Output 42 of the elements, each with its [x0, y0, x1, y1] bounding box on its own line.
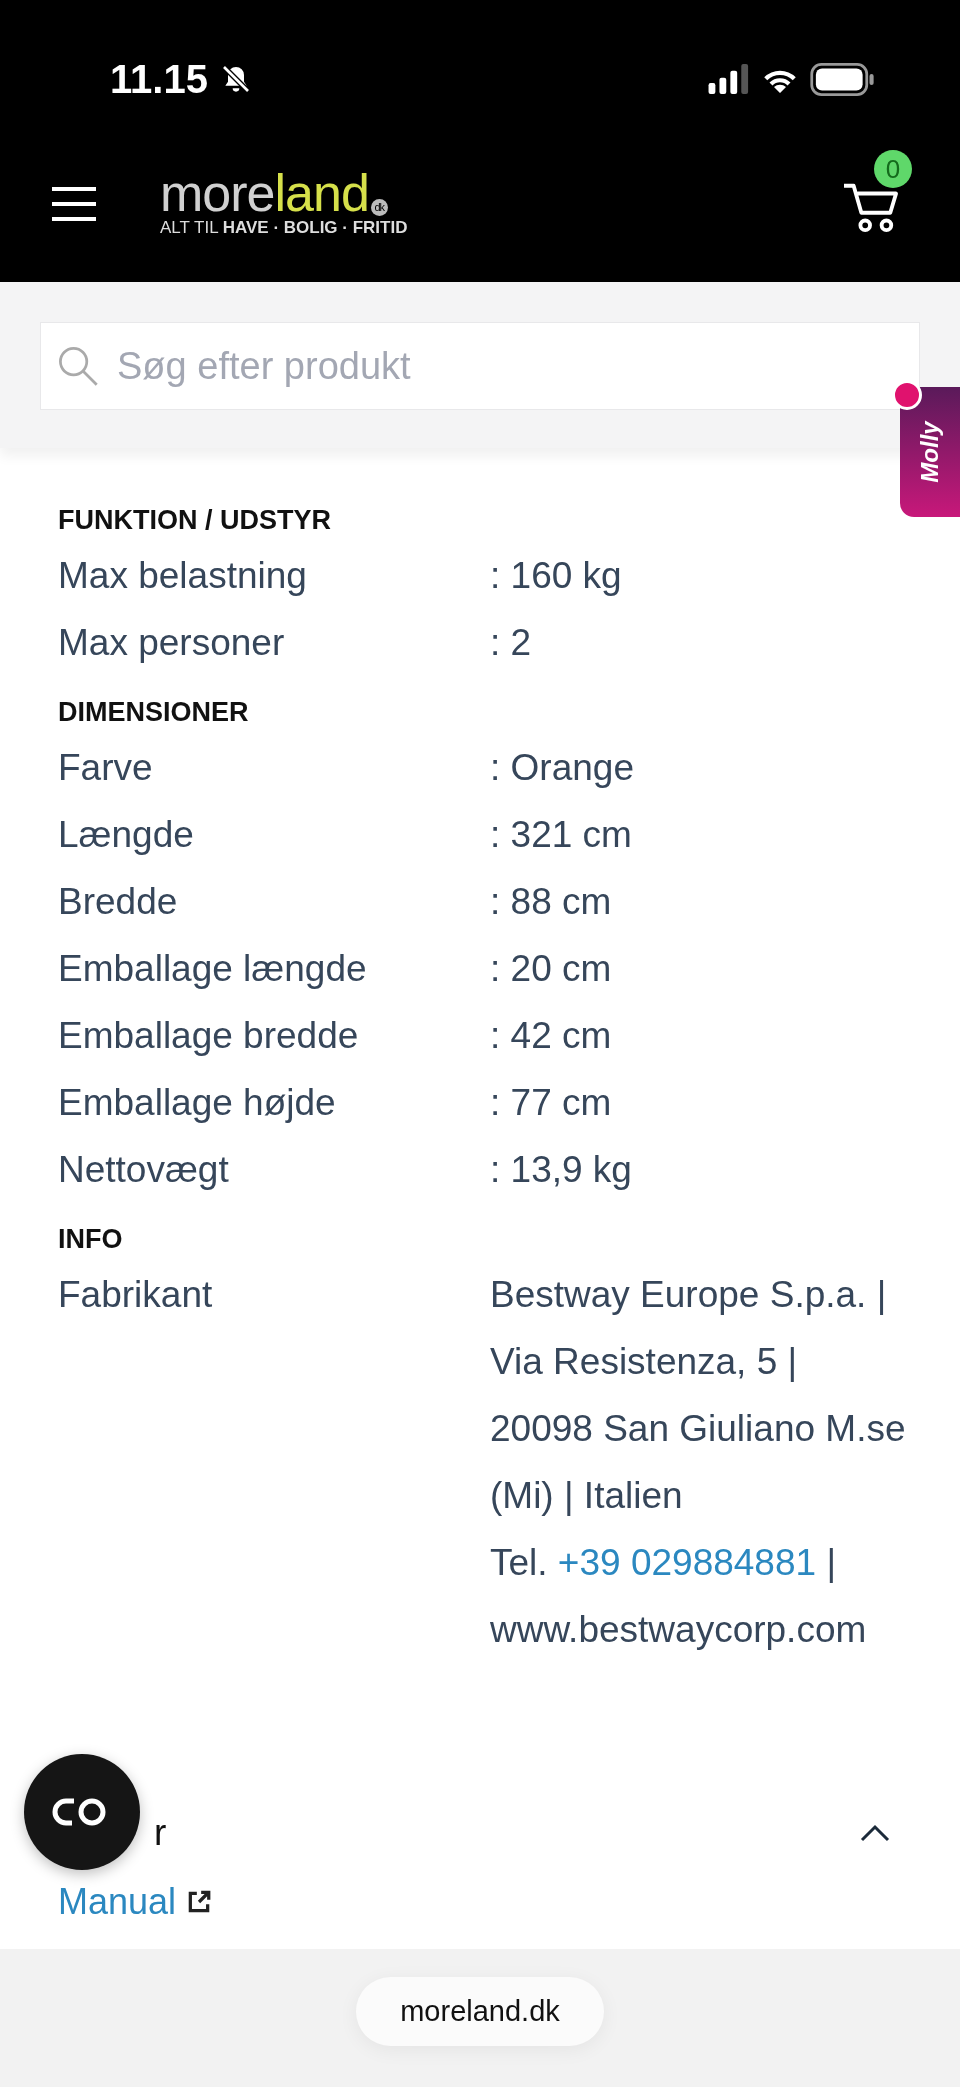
accordion-heading[interactable]: r: [154, 1812, 167, 1854]
website-text: www.bestwaycorp.com: [490, 1609, 867, 1650]
manual-link[interactable]: Manual: [58, 1881, 177, 1923]
phone-prefix: Tel.: [490, 1542, 548, 1583]
spec-value: : 13,9 kg: [490, 1148, 633, 1192]
section-heading: INFO: [58, 1223, 124, 1256]
battery-icon: [810, 62, 874, 96]
spec-value: : 321 cm: [490, 813, 633, 857]
separator-text: |: [826, 1542, 836, 1583]
menu-icon[interactable]: [52, 187, 96, 221]
spec-label: Fabrikant: [58, 1273, 214, 1317]
manufacturer-address: Bestway Europe S.p.a. | Via Resistenza, 5 | 20098 San Giuliano M.se (Mi) | Italien: [490, 1273, 907, 1518]
spec-value: : Orange: [490, 746, 635, 790]
spec-value: : 42 cm: [490, 1014, 613, 1058]
chevron-icon[interactable]: [860, 1824, 890, 1842]
chat-tab[interactable]: Molly: [900, 387, 960, 517]
spec-label: Emballage længde: [58, 947, 368, 991]
spec-label: Emballage højde: [58, 1081, 337, 1125]
status-time: 11.15: [110, 56, 208, 102]
section-heading: DIMENSIONER: [58, 696, 250, 729]
spec-label: Farve: [58, 746, 154, 790]
search-icon: [56, 344, 100, 388]
spec-label: Bredde: [58, 880, 179, 924]
phone-link[interactable]: +39 029884881: [557, 1542, 817, 1583]
spec-value: : 88 cm: [490, 880, 613, 924]
search-field[interactable]: Søg efter produkt: [40, 322, 920, 410]
cart-count-badge: 0: [874, 150, 912, 188]
section-heading: FUNKTION / UDSTYR: [58, 504, 332, 537]
spec-label: Emballage bredde: [58, 1014, 360, 1058]
spec-value: : 2: [490, 621, 533, 665]
spec-value: : 160 kg: [490, 554, 623, 598]
spec-label: Længde: [58, 813, 195, 857]
spec-label: Nettovægt: [58, 1148, 230, 1192]
spec-label: Max belastning: [58, 554, 308, 598]
floating-action-button[interactable]: [24, 1754, 140, 1870]
spec-value: : 20 cm: [490, 947, 613, 991]
spec-value: : 77 cm: [490, 1081, 613, 1125]
url-pill[interactable]: moreland.dk: [356, 1977, 604, 2046]
external-link-icon: [186, 1889, 213, 1915]
signal-icon: [708, 64, 750, 94]
spec-label: Max personer: [58, 621, 286, 665]
logo[interactable]: moreland dk ALT TIL HAVE · BOLIG · FRITID: [160, 170, 408, 238]
